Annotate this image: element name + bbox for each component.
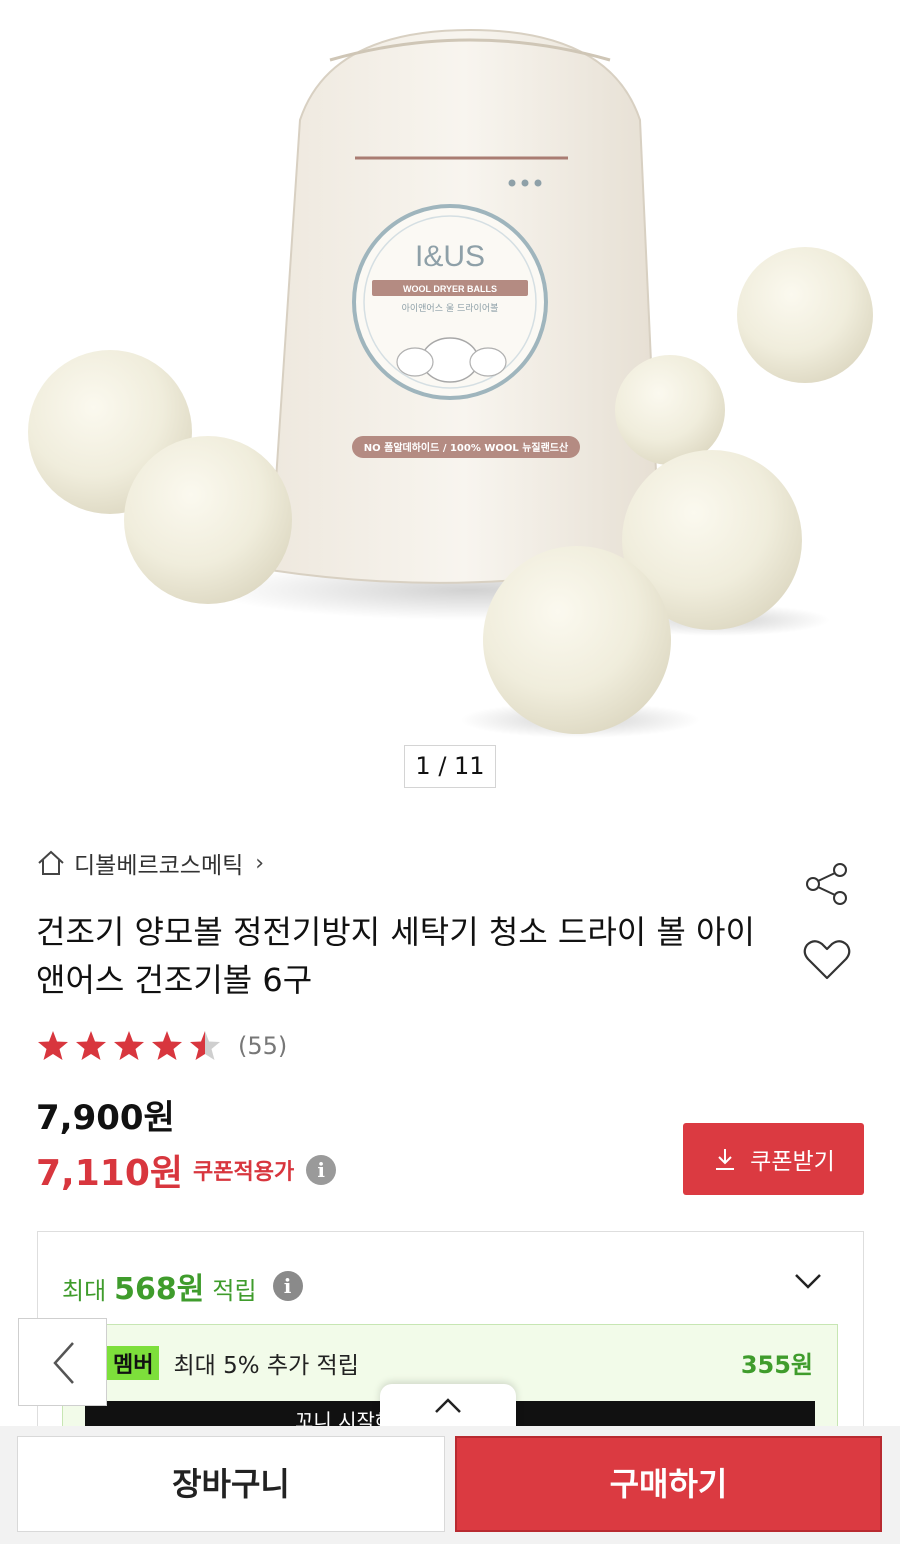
coupon-price-row: 7,110원 쿠폰적용가 i (36, 1144, 337, 1196)
get-coupon-label: 쿠폰받기 (750, 1149, 835, 1175)
share-icon[interactable] (800, 860, 854, 908)
chevron-left-icon (53, 1342, 74, 1384)
review-count: (55) (238, 1032, 288, 1060)
member-badge: 멤버 (107, 1345, 160, 1380)
svg-text:NO 폼알데하이드 / 100% WOOL 뉴질랜드산: NO 폼알데하이드 / 100% WOOL 뉴질랜드산 (364, 441, 569, 454)
points-suffix: 적립 (212, 1277, 257, 1305)
product-image[interactable]: I&US WOOL DRYER BALLS 아이앤어스 울 드라이어볼 NO 폼… (0, 0, 900, 810)
points-summary: 최대 568원 적립 i (62, 1264, 303, 1308)
add-to-cart-button[interactable]: 장바구니 (17, 1436, 445, 1532)
chevron-up-icon (435, 1398, 461, 1413)
download-icon (716, 1149, 735, 1170)
product-rating[interactable]: (55) (36, 1026, 287, 1066)
back-button[interactable] (18, 1318, 107, 1406)
member-row: 멤버 최대 5% 추가 적립 355원 (107, 1345, 813, 1380)
member-text: 최대 5% 추가 적립 (173, 1352, 359, 1379)
store-name: 디볼베르코스메틱 (74, 853, 244, 879)
info-icon[interactable]: i (272, 1271, 303, 1301)
svg-text:아이앤어스 울 드라이어볼: 아이앤어스 울 드라이어볼 (402, 303, 499, 314)
image-page-counter: 1 / 11 (404, 745, 496, 788)
original-price: 7,900원 (36, 1098, 175, 1138)
coupon-price-label: 쿠폰적용가 (193, 1160, 295, 1185)
star-rating (36, 1029, 228, 1063)
member-amount: 355원 (740, 1351, 813, 1379)
svg-text:I&US: I&US (415, 240, 485, 273)
points-prefix: 최대 (62, 1277, 107, 1305)
svg-text:WOOL DRYER BALLS: WOOL DRYER BALLS (403, 284, 497, 294)
product-title: 건조기 양모볼 정전기방지 세탁기 청소 드라이 볼 아이앤어스 건조기볼 6구 (36, 913, 755, 999)
product-photo-illustration: I&US WOOL DRYER BALLS 아이앤어스 울 드라이어볼 NO 폼… (28, 28, 873, 738)
points-amount: 568원 (114, 1272, 205, 1307)
chevron-down-icon[interactable] (790, 1266, 826, 1296)
buy-now-button[interactable]: 구매하기 (455, 1436, 882, 1532)
get-coupon-button[interactable]: 쿠폰받기 (683, 1123, 864, 1195)
home-icon (38, 850, 64, 875)
chevron-right-icon: › (255, 850, 265, 876)
stars-icon (38, 1031, 220, 1060)
info-icon[interactable]: i (306, 1155, 337, 1185)
store-link[interactable]: 디볼베르코스메틱 › (36, 846, 264, 880)
heart-icon[interactable] (800, 936, 854, 984)
bottom-action-bar: 장바구니 구매하기 (0, 1426, 900, 1544)
coupon-price: 7,110원 (36, 1153, 183, 1194)
